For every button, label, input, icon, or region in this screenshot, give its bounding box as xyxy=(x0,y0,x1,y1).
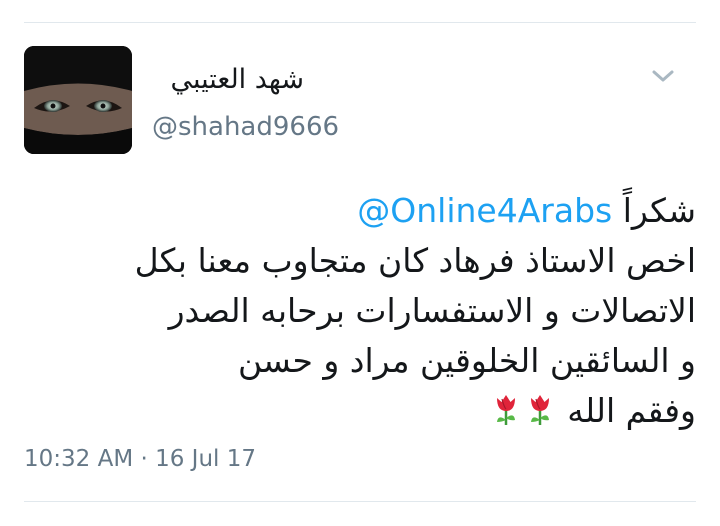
tweet-line-2: اخص الاستاذ فرهاد كان متجاوب معنا بكل xyxy=(134,241,696,280)
tulip-icon xyxy=(492,390,520,440)
greeting-text: شكراً xyxy=(622,191,696,230)
avatar[interactable] xyxy=(24,46,132,154)
tulip-icon xyxy=(526,390,554,440)
tweet-timestamp[interactable]: 10:32 AM · 16 Jul 17 xyxy=(24,446,256,472)
top-divider xyxy=(24,22,696,23)
chevron-down-icon[interactable] xyxy=(648,64,678,88)
bottom-divider xyxy=(24,501,696,502)
display-name[interactable]: شهد العتيبي xyxy=(170,64,304,95)
tweet-line-1: شكراً @Online4Arabs xyxy=(24,186,696,236)
tweet-line-5: وفقم الله xyxy=(24,386,696,440)
avatar-image xyxy=(24,46,132,154)
tweet-text: شكراً @Online4Arabs اخص الاستاذ فرهاد كا… xyxy=(24,186,696,440)
closing-text: وفقم الله xyxy=(567,391,696,430)
mention-link[interactable]: @Online4Arabs xyxy=(357,191,612,230)
tweet-line-3: الاتصالات و الاستفسارات برحابه الصدر xyxy=(168,291,696,330)
tweet-line-4: و السائقين الخلوقين مراد و حسن xyxy=(237,341,696,380)
user-handle[interactable]: @shahad9666 xyxy=(152,112,339,142)
